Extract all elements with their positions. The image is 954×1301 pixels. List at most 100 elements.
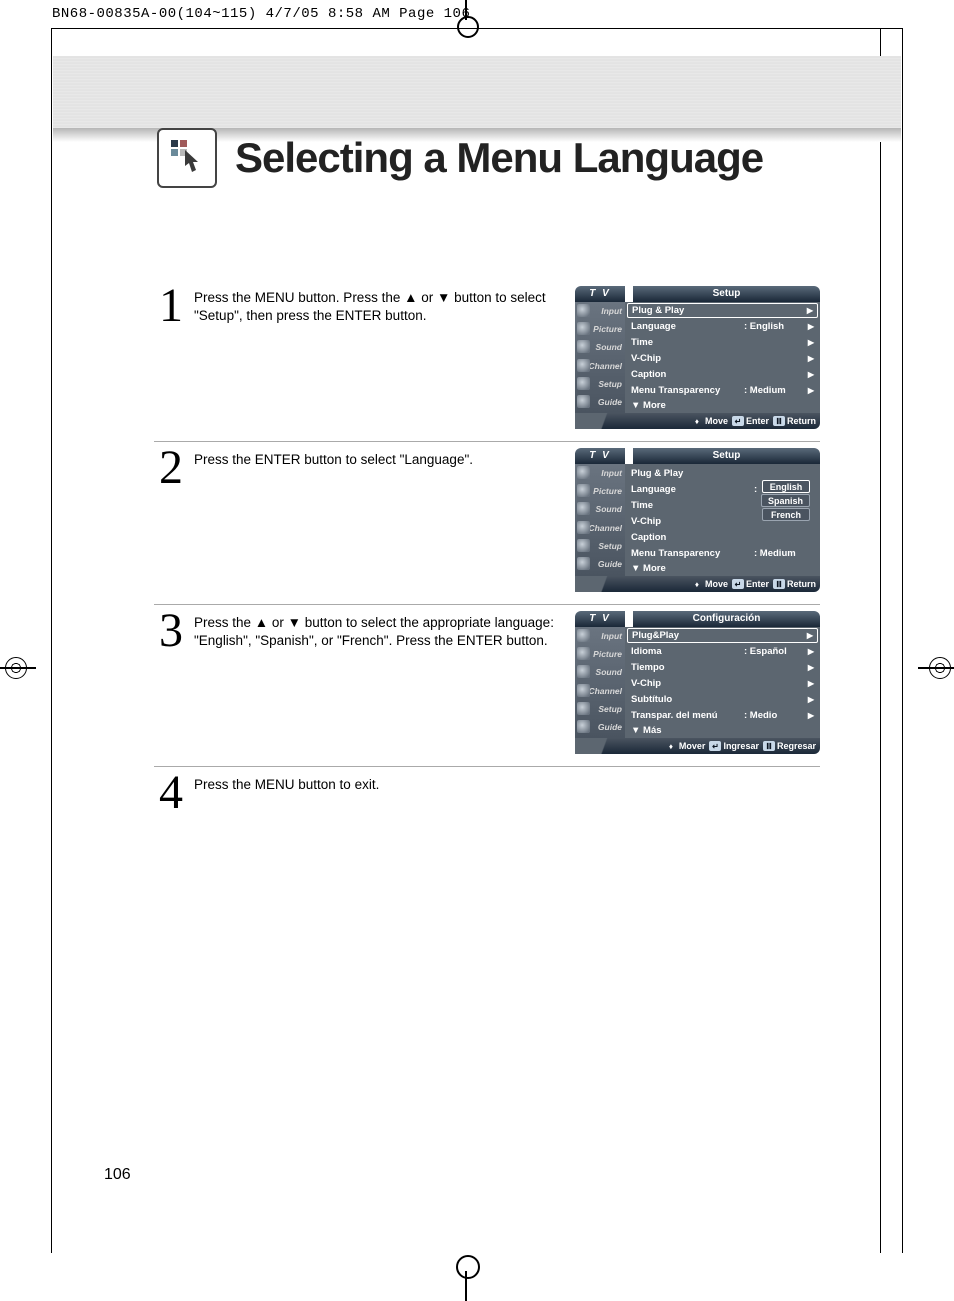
osd-footer-enter: ↵Enter — [732, 416, 769, 426]
sidebar-item: Channel — [575, 519, 625, 537]
sidebar-item: Setup — [575, 537, 625, 555]
osd-row: Tiempo▶ — [627, 659, 818, 675]
steps-list: 1 Press the MENU button. Press the ▲ or … — [154, 280, 820, 825]
osd-row: Caption▶ — [627, 366, 818, 382]
osd-row: V-Chip▶ — [627, 675, 818, 691]
updown-icon: ♦ — [691, 579, 703, 589]
chevron-right-icon: ▶ — [804, 354, 814, 363]
step-text: Press the MENU button. Press the ▲ or ▼ … — [194, 286, 569, 429]
crop-line — [902, 28, 903, 1253]
updown-icon: ♦ — [665, 741, 677, 751]
header-band — [53, 56, 901, 134]
osd-screenshot-1: T V Setup Input Picture Sound Channel Se… — [575, 286, 820, 429]
enter-icon: ↵ — [709, 741, 721, 751]
osd-row: Menu Transparency: Medium — [627, 545, 818, 561]
sidebar-item: Picture — [575, 645, 625, 663]
return-icon: Ⅲ — [763, 741, 775, 751]
crop-line — [880, 29, 881, 1253]
chevron-right-icon: ▶ — [804, 338, 814, 347]
return-icon: Ⅲ — [773, 579, 785, 589]
dropdown-option-english: English — [762, 480, 810, 493]
updown-icon: ♦ — [691, 416, 703, 426]
chevron-right-icon: ▶ — [804, 386, 814, 395]
osd-footer-return: ⅢRegresar — [763, 741, 816, 751]
touch-screen-icon — [157, 128, 217, 188]
page-title: Selecting a Menu Language — [235, 134, 763, 182]
step-3: 3 Press the ▲ or ▼ button to select the … — [154, 604, 820, 766]
osd-row: Language: English▶ — [627, 318, 818, 334]
crop-mark-icon — [918, 647, 954, 689]
chevron-right-icon: ▶ — [804, 679, 814, 688]
osd-tab-title: Setup — [633, 448, 820, 464]
step-1: 1 Press the MENU button. Press the ▲ or … — [154, 280, 820, 441]
osd-sidebar: Input Picture Sound Channel Setup Guide — [575, 627, 625, 738]
dropdown-option-spanish: Spanish — [761, 494, 810, 507]
sidebar-item: Guide — [575, 555, 625, 573]
osd-more: ▼ More — [627, 398, 818, 412]
osd-footer-move: ♦Move — [691, 416, 728, 426]
sidebar-item: Sound — [575, 338, 625, 356]
chevron-right-icon: ▶ — [804, 647, 814, 656]
sidebar-item: Input — [575, 627, 625, 645]
osd-tab-title: Configuración — [633, 611, 820, 627]
sidebar-item: Input — [575, 302, 625, 320]
osd-row: Menu Transparency: Medium▶ — [627, 382, 818, 398]
step-4: 4 Press the MENU button to exit. — [154, 766, 820, 825]
step-text: Press the ▲ or ▼ button to select the ap… — [194, 611, 569, 754]
osd-row: V-Chip▶ — [627, 350, 818, 366]
chevron-right-icon: ▶ — [804, 322, 814, 331]
osd-sidebar: Input Picture Sound Channel Setup Guide — [575, 302, 625, 413]
chevron-right-icon: ▶ — [804, 695, 814, 704]
osd-more: ▼ More — [627, 561, 818, 575]
osd-sidebar: Input Picture Sound Channel Setup Guide — [575, 464, 625, 576]
step-text: Press the ENTER button to select "Langua… — [194, 448, 569, 592]
enter-icon: ↵ — [732, 579, 744, 589]
chevron-right-icon: ▶ — [803, 306, 813, 315]
osd-footer-return: ⅢReturn — [773, 579, 816, 589]
sidebar-item: Setup — [575, 700, 625, 718]
step-number: 2 — [154, 448, 188, 592]
return-icon: Ⅲ — [773, 416, 785, 426]
chevron-right-icon: ▶ — [804, 663, 814, 672]
enter-icon: ↵ — [732, 416, 744, 426]
osd-row: Plug & Play — [627, 465, 818, 481]
step-number: 1 — [154, 286, 188, 429]
crop-mark-icon — [435, 0, 495, 38]
osd-row: Subtítulo▶ — [627, 691, 818, 707]
osd-footer-move: ♦Mover — [665, 741, 706, 751]
osd-row: Transpar. del menú: Medio▶ — [627, 707, 818, 723]
osd-more: ▼ Más — [627, 723, 818, 737]
osd-footer-return: ⅢReturn — [773, 416, 816, 426]
sidebar-item: Channel — [575, 357, 625, 375]
sidebar-item: Channel — [575, 682, 625, 700]
step-number: 3 — [154, 611, 188, 754]
sidebar-item: Sound — [575, 500, 625, 518]
osd-footer-enter: ↵Enter — [732, 579, 769, 589]
page-number: 106 — [104, 1166, 131, 1184]
sidebar-item: Sound — [575, 663, 625, 681]
step-text: Press the MENU button to exit. — [194, 773, 820, 813]
osd-tab-tv: T V — [575, 286, 625, 302]
osd-screenshot-3: T V Configuración Input Picture Sound Ch… — [575, 611, 820, 754]
chevron-right-icon: ▶ — [804, 370, 814, 379]
chevron-right-icon: ▶ — [803, 631, 813, 640]
osd-footer-enter: ↵Ingresar — [709, 741, 759, 751]
osd-screenshot-2: T V Setup Input Picture Sound Channel Se… — [575, 448, 820, 592]
osd-tab-tv: T V — [575, 611, 625, 627]
sidebar-item: Picture — [575, 482, 625, 500]
sidebar-item: Picture — [575, 320, 625, 338]
crop-line — [51, 28, 52, 1253]
sidebar-item: Input — [575, 464, 625, 482]
osd-row: Time▶ — [627, 334, 818, 350]
osd-footer-move: ♦Move — [691, 579, 728, 589]
osd-row: Plug&Play▶ — [627, 628, 818, 643]
crop-mark-icon — [435, 1249, 495, 1301]
crop-mark-icon — [0, 647, 36, 689]
osd-row: Plug & Play▶ — [627, 303, 818, 318]
osd-tab-title: Setup — [633, 286, 820, 302]
osd-row: Caption — [627, 529, 818, 545]
sidebar-item: Guide — [575, 393, 625, 411]
sidebar-item: Guide — [575, 718, 625, 736]
crop-header: BN68-00835A-00(104~115) 4/7/05 8:58 AM P… — [52, 6, 470, 22]
osd-tab-tv: T V — [575, 448, 625, 464]
